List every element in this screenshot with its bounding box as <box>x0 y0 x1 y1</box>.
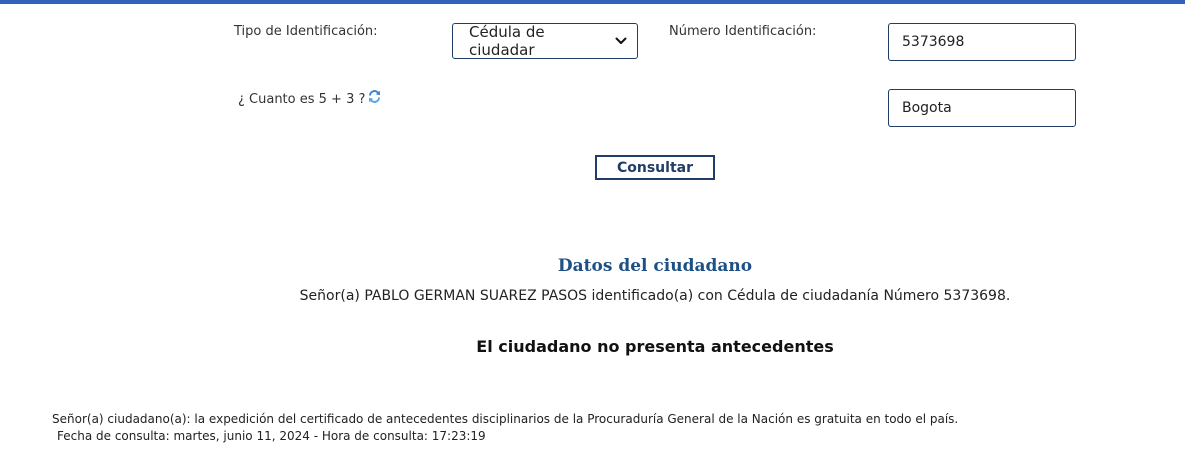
antecedentes-status: El ciudadano no presenta antecedentes <box>476 337 834 356</box>
captcha-question-label: ¿ Cuanto es 5 + 3 ? <box>238 92 366 107</box>
consultar-button[interactable]: Consultar <box>595 155 715 180</box>
footer-timestamp: Fecha de consulta: martes, junio 11, 202… <box>57 429 486 443</box>
tipo-identificacion-label: Tipo de Identificación: <box>234 24 378 39</box>
footer-notice: Señor(a) ciudadano(a): la expedición del… <box>52 412 959 426</box>
section-title: Datos del ciudadano <box>557 256 753 276</box>
tipo-identificacion-value: Cédula de ciudadar <box>469 23 545 59</box>
numero-identificacion-input[interactable] <box>888 23 1076 61</box>
refresh-icon[interactable] <box>367 89 382 104</box>
page: Tipo de Identificación: Cédula de ciudad… <box>0 0 1185 469</box>
captcha-answer-input[interactable] <box>888 89 1076 127</box>
top-bar <box>0 0 1185 4</box>
citizen-info-text: Señor(a) PABLO GERMAN SUAREZ PASOS ident… <box>299 288 1011 304</box>
tipo-identificacion-select[interactable]: Cédula de ciudadar <box>452 23 638 59</box>
numero-identificacion-label: Número Identificación: <box>669 24 817 39</box>
chevron-down-icon <box>611 31 631 51</box>
